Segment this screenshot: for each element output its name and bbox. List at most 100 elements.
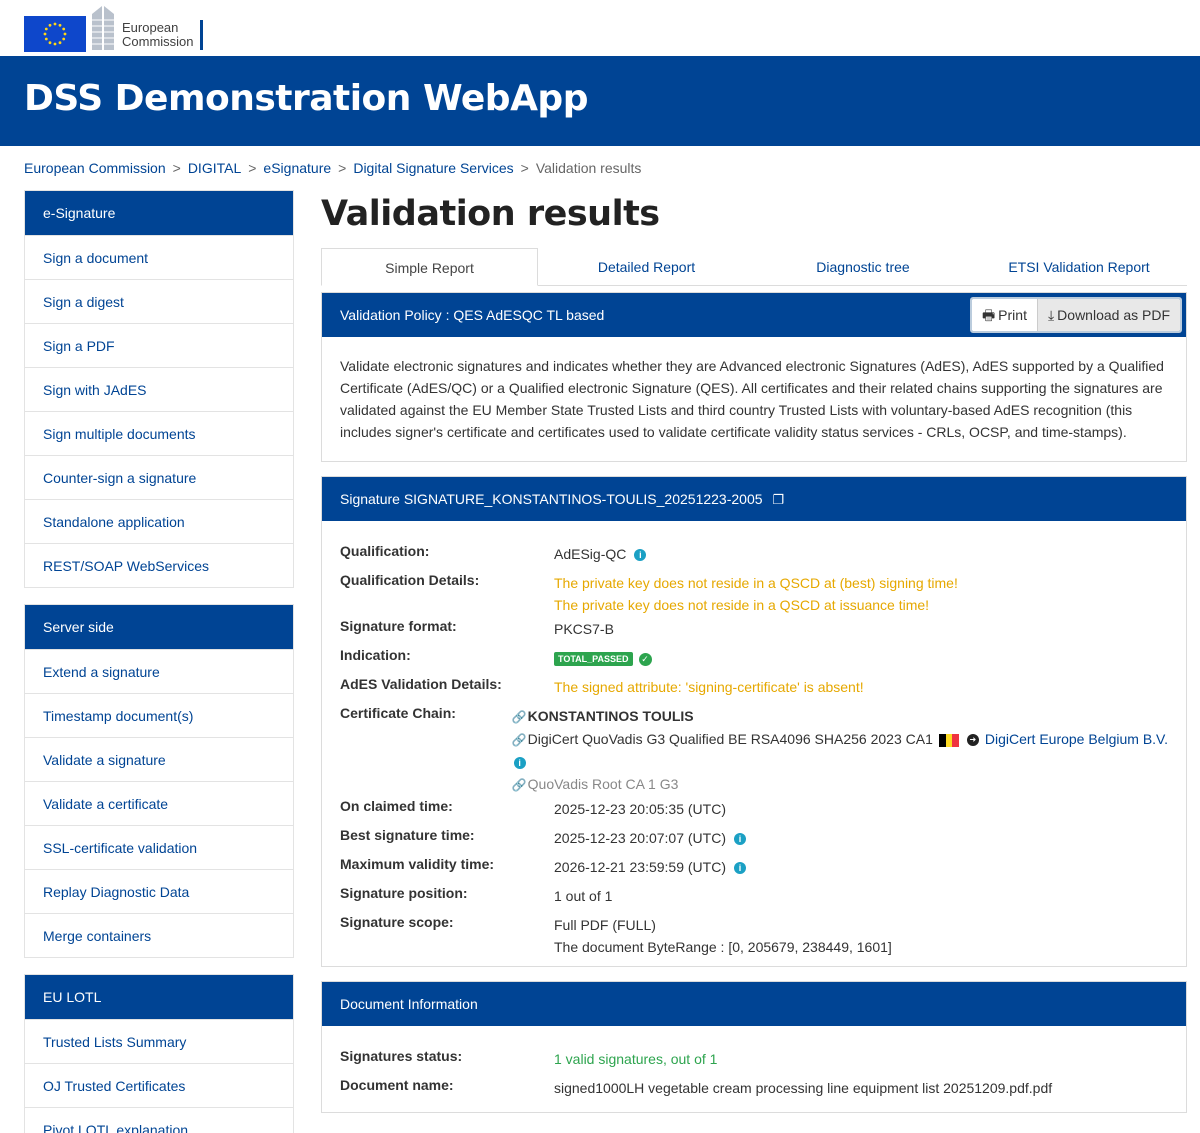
max-validity-value: 2026-12-21 23:59:59 (UTC)	[554, 859, 726, 875]
copy-icon[interactable]: ❐	[773, 478, 785, 522]
check-circle-icon: ✓	[638, 652, 652, 666]
main-content: Validation results Simple Report Detaile…	[321, 190, 1187, 1113]
sidebar-item-timestamp[interactable]: Timestamp document(s)	[25, 693, 293, 737]
sidebar-item-sign-document[interactable]: Sign a document	[25, 235, 293, 279]
sidebar-item-sign-pdf[interactable]: Sign a PDF	[25, 323, 293, 367]
label-best-time: Best signature time:	[340, 827, 475, 843]
download-label: Download as PDF	[1057, 307, 1170, 323]
ec-wordmark-line1: European	[122, 20, 179, 35]
sidebar-item-validate-certificate[interactable]: Validate a certificate	[25, 781, 293, 825]
row-indication: Indication: TOTAL_PASSED ✓	[340, 645, 1168, 674]
row-position: Signature position: 1 out of 1	[340, 883, 1168, 912]
sidebar-item-ssl-validation[interactable]: SSL-certificate validation	[25, 825, 293, 869]
qualification-detail-2: The private key does not reside in a QSC…	[554, 597, 930, 613]
sidebar-item-webservices[interactable]: REST/SOAP WebServices	[25, 543, 293, 587]
breadcrumb-link-european-commission[interactable]: European Commission	[24, 160, 166, 176]
chain-root-name[interactable]: QuoVadis Root CA 1 G3	[528, 776, 679, 792]
link-icon: 🔗	[511, 778, 527, 792]
sidebar-item-tl-summary[interactable]: Trusted Lists Summary	[25, 1019, 293, 1063]
download-pdf-button[interactable]: ⤓ Download as PDF	[1036, 299, 1180, 331]
format-value: PKCS7-B	[554, 621, 614, 637]
sidebar-item-sign-jades[interactable]: Sign with JAdES	[25, 367, 293, 411]
sidebar-item-pivot-lotl[interactable]: Pivot LOTL explanation	[25, 1107, 293, 1133]
chain-signer-name[interactable]: KONSTANTINOS TOULIS	[528, 708, 694, 724]
print-icon: 🖶	[981, 307, 996, 323]
tab-etsi-report[interactable]: ETSI Validation Report	[971, 248, 1187, 286]
sidebar-group-eu-lotl: EU LOTL Trusted Lists Summary OJ Trusted…	[24, 974, 294, 1133]
info-icon[interactable]: i	[734, 833, 746, 846]
sidebar-item-merge-containers[interactable]: Merge containers	[25, 913, 293, 957]
signature-title: Signature SIGNATURE_KONSTANTINOS-TOULIS_…	[340, 491, 763, 507]
breadcrumb: European Commission > DIGITAL > eSignature > D…	[24, 160, 641, 176]
row-scope: Signature scope: Full PDF (FULL) The doc…	[340, 912, 1168, 958]
label-format: Signature format:	[340, 618, 457, 634]
label-ades-details: AdES Validation Details:	[340, 676, 502, 692]
breadcrumb-link-dss[interactable]: Digital Signature Services	[353, 160, 513, 176]
sidebar-item-oj-certificates[interactable]: OJ Trusted Certificates	[25, 1063, 293, 1107]
info-icon[interactable]: i	[513, 757, 526, 770]
link-icon: 🔗	[511, 733, 527, 747]
tab-detailed-report[interactable]: Detailed Report	[538, 248, 755, 286]
sidebar-item-validate-signature[interactable]: Validate a signature	[25, 737, 293, 781]
download-icon: ⤓	[1047, 307, 1055, 323]
sidebar: e-Signature Sign a document Sign a diges…	[24, 190, 294, 1133]
arrow-circle-right-icon: ➜	[966, 734, 979, 747]
row-format: Signature format: PKCS7-B	[340, 616, 1168, 645]
row-ades-details: AdES Validation Details: The signed attr…	[340, 674, 1168, 703]
row-document-name: Document name: signed1000LH vegetable cr…	[340, 1075, 1168, 1104]
signature-panel: Signature SIGNATURE_KONSTANTINOS-TOULIS_…	[321, 476, 1187, 967]
signatures-status-value: 1 valid signatures, out of 1	[554, 1051, 718, 1067]
row-max-validity: Maximum validity time: 2026-12-21 23:59:…	[340, 854, 1168, 883]
info-icon[interactable]: i	[634, 549, 647, 562]
claimed-time-value: 2025-12-23 20:05:35 (UTC)	[554, 801, 726, 817]
european-commission-logo[interactable]: European Commission	[22, 4, 212, 52]
tsp-link[interactable]: DigiCert Europe Belgium B.V.	[985, 731, 1168, 747]
chain-issuer: 🔗DigiCert QuoVadis G3 Qualified BE RSA40…	[512, 728, 1168, 751]
sidebar-item-replay-diagnostic[interactable]: Replay Diagnostic Data	[25, 869, 293, 913]
signature-details: Qualification: AdESig-QC i Qualification …	[322, 521, 1186, 966]
ec-header: European Commission	[0, 0, 1200, 56]
chain-root: 🔗QuoVadis Root CA 1 G3	[512, 773, 1168, 796]
sidebar-group-title: EU LOTL	[25, 975, 293, 1019]
label-chain: Certificate Chain:	[340, 705, 456, 721]
tab-simple-report[interactable]: Simple Report	[321, 248, 538, 286]
policy-description: Validate electronic signatures and indic…	[340, 358, 1164, 440]
document-panel-header: Document Information	[322, 982, 1186, 1026]
sidebar-item-sign-digest[interactable]: Sign a digest	[25, 279, 293, 323]
best-time-value: 2025-12-23 20:07:07 (UTC)	[554, 830, 726, 846]
link-icon: 🔗	[511, 710, 527, 724]
scope-line-1: Full PDF (FULL)	[554, 917, 656, 933]
breadcrumb-link-esignature[interactable]: eSignature	[263, 160, 331, 176]
row-certificate-chain: Certificate Chain: 🔗KONSTANTINOS TOULIS …	[340, 703, 1168, 796]
sidebar-item-extend-signature[interactable]: Extend a signature	[25, 649, 293, 693]
policy-panel: Validation Policy : QES AdESQC TL based …	[321, 292, 1187, 462]
tab-diagnostic-tree[interactable]: Diagnostic tree	[755, 248, 971, 286]
breadcrumb-separator: >	[248, 160, 257, 176]
sidebar-item-sign-multiple[interactable]: Sign multiple documents	[25, 411, 293, 455]
belgium-flag-icon	[938, 733, 959, 747]
berlaymont-icon	[88, 4, 118, 52]
page-title: Validation results	[321, 194, 660, 234]
sidebar-group-server-side: Server side Extend a signature Timestamp…	[24, 604, 294, 958]
sidebar-group-title: e-Signature	[25, 191, 293, 235]
print-button[interactable]: 🖶 Print	[971, 299, 1037, 331]
info-icon[interactable]: i	[734, 862, 746, 875]
sidebar-item-counter-sign[interactable]: Counter-sign a signature	[25, 455, 293, 499]
row-best-time: Best signature time: 2025-12-23 20:07:07…	[340, 825, 1168, 854]
policy-title: Validation Policy : QES AdESQC TL based	[340, 307, 605, 323]
sidebar-item-standalone[interactable]: Standalone application	[25, 499, 293, 543]
breadcrumb-separator: >	[338, 160, 347, 176]
label-max-validity: Maximum validity time:	[340, 856, 495, 872]
breadcrumb-separator: >	[172, 160, 181, 176]
breadcrumb-link-digital[interactable]: DIGITAL	[188, 160, 241, 176]
eu-flag-icon	[24, 16, 86, 52]
position-value: 1 out of 1	[554, 888, 613, 904]
app-title-bar: DSS Demonstration WebApp	[0, 56, 1200, 146]
chain-issuer-name[interactable]: DigiCert QuoVadis G3 Qualified BE RSA409…	[528, 731, 933, 747]
app-title: DSS Demonstration WebApp	[24, 78, 588, 119]
report-tabs: Simple Report Detailed Report Diagnostic…	[321, 248, 1187, 286]
document-title: Document Information	[340, 996, 478, 1012]
row-qualification-details: Qualification Details: The private key d…	[340, 570, 1168, 616]
ec-accent-bar	[200, 20, 203, 50]
sidebar-group-title: Server side	[25, 605, 293, 649]
